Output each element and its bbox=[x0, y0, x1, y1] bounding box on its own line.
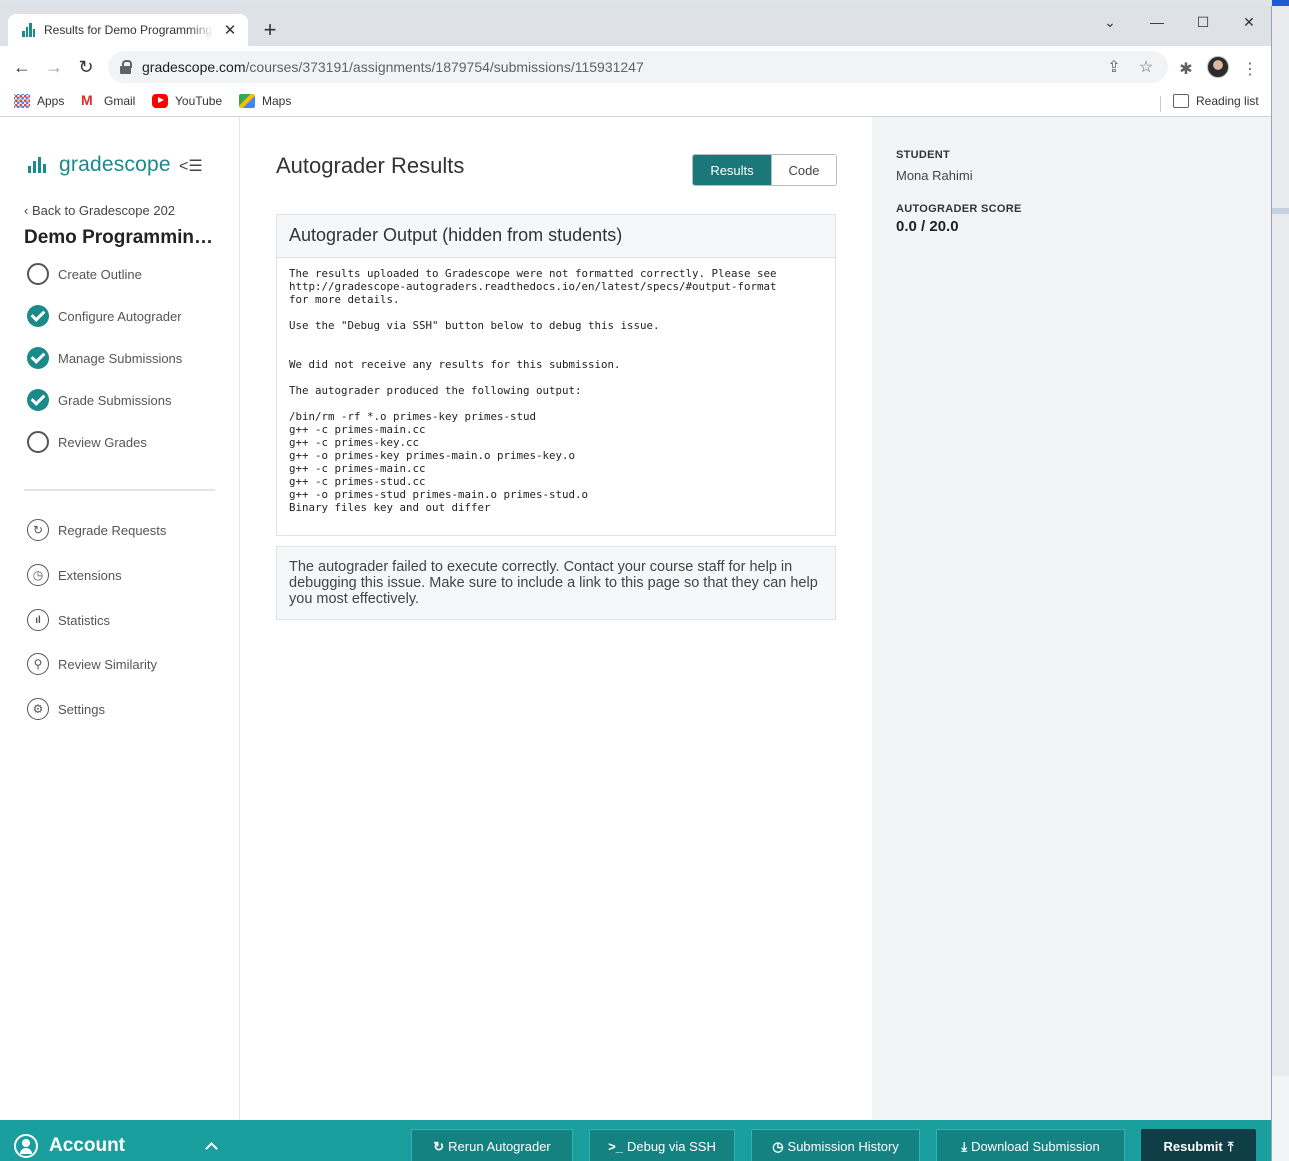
url-host: gradescope.com bbox=[142, 59, 246, 75]
submission-info-panel: STUDENT Mona Rahimi AUTOGRADER SCORE 0.0… bbox=[872, 117, 1271, 1120]
failure-message: The autograder failed to execute correct… bbox=[276, 546, 836, 620]
rerun-autograder-button[interactable]: ↻ Rerun Autograder bbox=[411, 1129, 573, 1161]
youtube-icon bbox=[152, 94, 168, 108]
minimize-icon[interactable]: — bbox=[1145, 10, 1169, 34]
sidebar-item-create-outline[interactable]: Create Outline bbox=[27, 263, 142, 285]
download-submission-button[interactable]: ⤓ Download Submission bbox=[936, 1129, 1125, 1161]
page-title: Autograder Results bbox=[276, 153, 465, 178]
reading-list-icon bbox=[1173, 94, 1189, 108]
sidebar: gradescope <☰ ‹ Back to Gradescope 202 D… bbox=[0, 117, 240, 1120]
logo-bars-icon bbox=[28, 157, 46, 173]
bookmark-apps[interactable]: Apps bbox=[14, 92, 64, 110]
lock-icon bbox=[120, 60, 132, 74]
account-menu[interactable]: Account bbox=[14, 1134, 125, 1158]
profile-avatar[interactable] bbox=[1207, 56, 1229, 78]
url-path: /courses/373191/assignments/1879754/subm… bbox=[245, 59, 644, 75]
new-tab-button[interactable]: + bbox=[258, 18, 282, 42]
maps-icon bbox=[239, 94, 255, 108]
student-label: STUDENT bbox=[896, 149, 951, 161]
logo-text: gradescope bbox=[59, 153, 171, 176]
bookmark-youtube[interactable]: YouTube bbox=[152, 92, 222, 110]
output-panel-heading: Autograder Output (hidden from students) bbox=[277, 215, 835, 258]
step-incomplete-icon bbox=[27, 431, 49, 453]
step-complete-icon bbox=[27, 389, 49, 411]
sidebar-item-manage-submissions[interactable]: Manage Submissions bbox=[27, 347, 182, 369]
sidebar-item-review-similarity[interactable]: ⚲ Review Similarity bbox=[27, 653, 157, 675]
action-bar: Account ↻ Rerun Autograder >_ Debug via SS… bbox=[0, 1120, 1271, 1161]
student-name: Mona Rahimi bbox=[896, 168, 973, 183]
tab-search-icon[interactable]: ⌄ bbox=[1098, 10, 1122, 34]
tab-title: Results for Demo Programming Assignment bbox=[44, 23, 214, 37]
autograder-output-text: The results uploaded to Gradescope were … bbox=[289, 267, 777, 514]
statistics-icon: ıl bbox=[27, 609, 49, 631]
bookmarks-divider bbox=[1160, 96, 1161, 112]
autograder-output-panel: Autograder Output (hidden from students)… bbox=[276, 214, 836, 536]
debug-via-ssh-button[interactable]: >_ Debug via SSH bbox=[589, 1129, 735, 1161]
extensions-puzzle-icon[interactable]: ✱ bbox=[1176, 59, 1196, 79]
browser-window: Results for Demo Programming Assignment … bbox=[0, 6, 1272, 1161]
main-content: Autograder Results Results Code Autograd… bbox=[240, 117, 872, 1120]
sidebar-item-grade-submissions[interactable]: Grade Submissions bbox=[27, 389, 171, 411]
sidebar-item-configure-autograder[interactable]: Configure Autograder bbox=[27, 305, 182, 327]
bookmark-star-icon[interactable]: ☆ bbox=[1136, 57, 1156, 77]
download-icon: ⤓ bbox=[961, 1138, 968, 1154]
sidebar-divider bbox=[24, 489, 215, 491]
regrade-icon: ↻ bbox=[27, 519, 49, 541]
step-complete-icon bbox=[27, 347, 49, 369]
view-toggle: Results Code bbox=[692, 154, 837, 186]
share-icon[interactable]: ⇪ bbox=[1104, 57, 1124, 77]
browser-toolbar: ← → ↻ gradescope.com/courses/373191/assi… bbox=[0, 46, 1271, 88]
gradescope-favicon-icon bbox=[22, 23, 36, 37]
magnifier-icon: ⚲ bbox=[27, 653, 49, 675]
browser-tab[interactable]: Results for Demo Programming Assignment … bbox=[8, 14, 248, 46]
tab-results[interactable]: Results bbox=[693, 155, 771, 185]
terminal-icon: >_ bbox=[608, 1139, 623, 1154]
user-circle-icon bbox=[14, 1134, 38, 1158]
rerun-icon: ↻ bbox=[433, 1138, 445, 1154]
sidebar-item-settings[interactable]: ⚙ Settings bbox=[27, 698, 105, 720]
course-title: Demo Programming Assignment bbox=[24, 227, 219, 248]
browser-menu-icon[interactable]: ⋮ bbox=[1240, 59, 1260, 79]
tab-strip: Results for Demo Programming Assignment … bbox=[0, 6, 1271, 46]
window-close-icon[interactable]: ✕ bbox=[1237, 10, 1261, 34]
sidebar-item-statistics[interactable]: ıl Statistics bbox=[27, 609, 110, 631]
bookmark-maps[interactable]: Maps bbox=[239, 92, 291, 110]
sidebar-item-extensions[interactable]: ◷ Extensions bbox=[27, 564, 122, 586]
reading-list[interactable]: Reading list bbox=[1173, 92, 1259, 110]
back-to-course-link[interactable]: ‹ Back to Gradescope 202 bbox=[24, 203, 175, 218]
autograder-score: 0.0 / 20.0 bbox=[896, 218, 959, 235]
bookmarks-bar: Apps Gmail YouTube Maps Reading list bbox=[0, 88, 1271, 117]
maximize-icon[interactable]: ☐ bbox=[1191, 10, 1215, 34]
address-bar[interactable]: gradescope.com/courses/373191/assignment… bbox=[108, 51, 1168, 83]
score-label: AUTOGRADER SCORE bbox=[896, 203, 1022, 215]
gradescope-app: gradescope <☰ ‹ Back to Gradescope 202 D… bbox=[0, 117, 1271, 1161]
upload-icon: ⤒ bbox=[1227, 1138, 1234, 1154]
sidebar-item-regrade-requests[interactable]: ↻ Regrade Requests bbox=[27, 519, 166, 541]
sidebar-item-review-grades[interactable]: Review Grades bbox=[27, 431, 147, 453]
step-complete-icon bbox=[27, 305, 49, 327]
reload-icon[interactable]: ↻ bbox=[74, 55, 98, 79]
forward-arrow-icon[interactable]: → bbox=[42, 55, 66, 79]
gear-icon: ⚙ bbox=[27, 698, 49, 720]
clock-icon: ◷ bbox=[27, 564, 49, 586]
resubmit-button[interactable]: Resubmit ⤒ bbox=[1141, 1129, 1256, 1161]
tab-code[interactable]: Code bbox=[771, 155, 836, 185]
desktop-edge bbox=[1272, 0, 1289, 1161]
chevron-up-icon[interactable] bbox=[205, 1142, 218, 1155]
bookmark-gmail[interactable]: Gmail bbox=[81, 92, 135, 110]
gradescope-logo[interactable]: gradescope bbox=[28, 153, 171, 177]
collapse-sidebar-icon[interactable]: <☰ bbox=[179, 156, 203, 176]
tab-close-icon[interactable]: ✕ bbox=[222, 21, 238, 39]
step-incomplete-icon bbox=[27, 263, 49, 285]
submission-history-button[interactable]: ◷ Submission History bbox=[751, 1129, 920, 1161]
history-clock-icon: ◷ bbox=[772, 1138, 784, 1154]
gmail-icon bbox=[81, 92, 97, 108]
apps-grid-icon bbox=[14, 94, 30, 108]
back-arrow-icon[interactable]: ← bbox=[10, 55, 34, 79]
